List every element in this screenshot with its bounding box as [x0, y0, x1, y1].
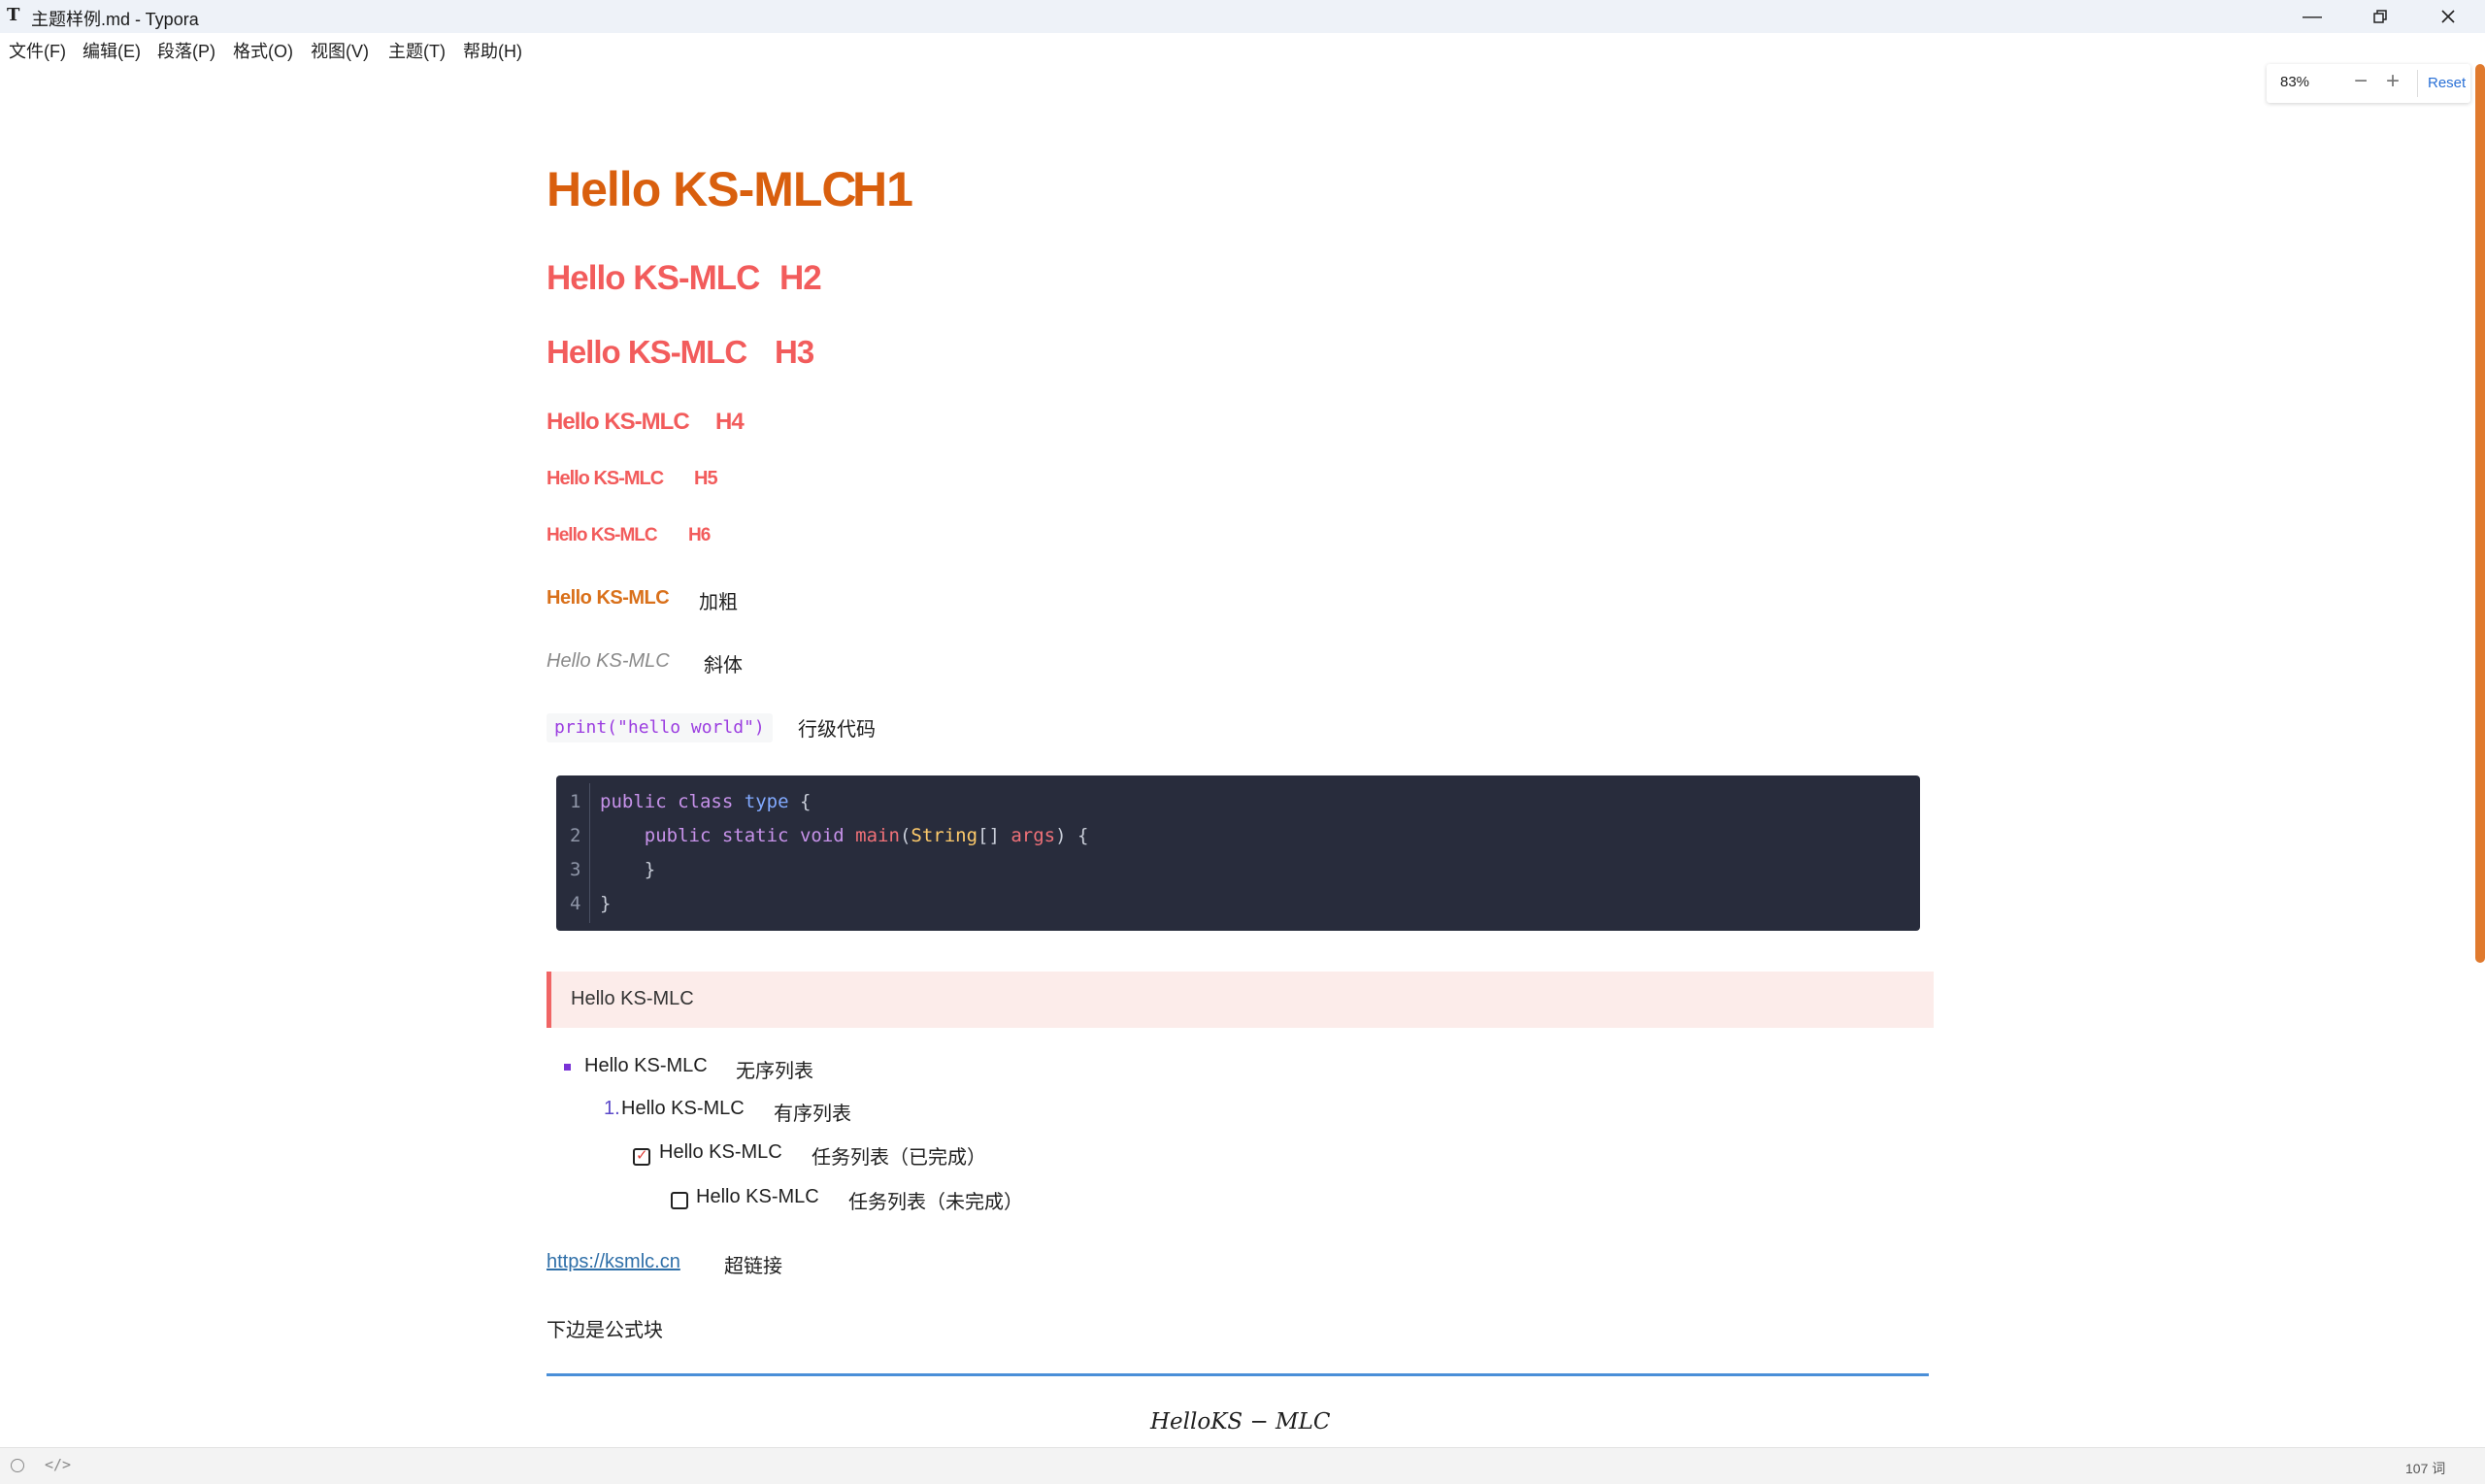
heading-4-tag: H4 — [715, 409, 745, 435]
menu-file[interactable]: 文件(F) — [9, 38, 66, 63]
heading-2-tag: H2 — [779, 259, 822, 297]
heading-1-text: Hello KS-MLC — [547, 162, 857, 216]
code-block[interactable]: 1 2 3 4 public class type { public stati… — [556, 775, 1920, 931]
heading-1-tag: H1 — [852, 162, 913, 216]
zoom-in-button[interactable]: + — [2386, 68, 2400, 95]
check-icon: ✓ — [636, 1147, 648, 1164]
bold-paragraph[interactable]: Hello KS-MLC — [547, 587, 670, 610]
line-number: 1 — [570, 791, 581, 812]
line-number: 2 — [570, 825, 581, 846]
heading-5-tag: H5 — [694, 468, 718, 489]
line-number: 4 — [570, 893, 581, 914]
ordered-item-number: 1. — [604, 1098, 620, 1119]
italic-paragraph[interactable]: Hello KS-MLC — [547, 650, 670, 673]
unordered-item-label: 无序列表 — [736, 1061, 813, 1082]
menu-edit[interactable]: 编辑(E) — [83, 38, 141, 63]
source-mode-icon[interactable]: </> — [45, 1456, 71, 1473]
italic-text: Hello KS-MLC — [547, 650, 670, 672]
inline-code[interactable]: print("hello world") — [547, 713, 773, 742]
menu-theme[interactable]: 主题(T) — [388, 38, 446, 63]
unordered-item-text[interactable]: Hello KS-MLC — [584, 1055, 708, 1077]
heading-1[interactable]: Hello KS-MLC H1 — [547, 161, 913, 217]
menu-format[interactable]: 格式(O) — [233, 38, 293, 63]
close-button[interactable] — [2415, 0, 2481, 33]
code-line: } — [600, 859, 656, 880]
title-bar: T 主题样例.md - Typora — — [0, 0, 2485, 33]
code-line: } — [600, 893, 612, 914]
heading-6[interactable]: Hello KS-MLC H6 — [547, 525, 711, 546]
code-line: public static void main(String[] args) { — [644, 825, 1089, 846]
heading-2-text: Hello KS-MLC — [547, 259, 760, 297]
task-checkbox-unchecked[interactable] — [671, 1192, 688, 1209]
blockquote[interactable]: Hello KS-MLC — [547, 972, 1934, 1028]
bold-text: Hello KS-MLC — [547, 587, 670, 609]
status-bar: </> 107 词 — [0, 1447, 2485, 1484]
blockquote-text: Hello KS-MLC — [571, 988, 694, 1009]
menu-help[interactable]: 帮助(H) — [463, 38, 522, 63]
zoom-out-button[interactable]: − — [2354, 68, 2368, 95]
heading-5[interactable]: Hello KS-MLC H5 — [547, 468, 718, 490]
heading-5-text: Hello KS-MLC — [547, 468, 664, 489]
italic-label: 斜体 — [704, 655, 743, 676]
inline-code-label: 行级代码 — [798, 719, 876, 741]
word-count[interactable]: 107 词 — [2405, 1459, 2445, 1478]
formula-intro[interactable]: 下边是公式块 — [547, 1314, 663, 1342]
zoom-level: 83% — [2280, 74, 2310, 90]
math-formula[interactable]: HelloKS − MLC — [1150, 1409, 1330, 1435]
ordered-item-label: 有序列表 — [774, 1104, 851, 1125]
heading-3[interactable]: Hello KS-MLC H3 — [547, 334, 814, 371]
outline-toggle-icon[interactable] — [11, 1459, 24, 1472]
menu-paragraph[interactable]: 段落(P) — [157, 38, 215, 63]
line-number: 3 — [570, 859, 581, 880]
hyperlink[interactable]: https://ksmlc.cn — [547, 1251, 680, 1273]
minimize-button[interactable]: — — [2279, 0, 2345, 33]
menu-view[interactable]: 视图(V) — [311, 38, 369, 63]
zoom-control: 83% − + Reset — [2267, 64, 2470, 103]
zoom-divider — [2417, 70, 2418, 97]
heading-6-text: Hello KS-MLC — [547, 525, 658, 545]
close-icon — [2441, 10, 2455, 23]
task-done-text[interactable]: Hello KS-MLC — [659, 1141, 782, 1164]
heading-2[interactable]: Hello KS-MLC H2 — [547, 259, 822, 298]
task-done-label: 任务列表（已完成） — [812, 1147, 986, 1169]
heading-3-tag: H3 — [775, 334, 814, 370]
ordered-item-text[interactable]: Hello KS-MLC — [621, 1098, 745, 1120]
typora-app-icon: T — [7, 5, 20, 25]
menu-bar: 文件(F) 编辑(E) 段落(P) 格式(O) 视图(V) 主题(T) 帮助(H… — [0, 33, 2485, 64]
code-line: public class type { — [600, 791, 812, 812]
bold-label: 加粗 — [699, 592, 738, 613]
zoom-reset-button[interactable]: Reset — [2428, 75, 2466, 91]
heading-4-text: Hello KS-MLC — [547, 409, 690, 435]
task-todo-label: 任务列表（未完成） — [848, 1192, 1023, 1213]
window-title: 主题样例.md - Typora — [31, 10, 199, 29]
heading-3-text: Hello KS-MLC — [547, 334, 747, 370]
restore-button[interactable] — [2347, 0, 2413, 33]
task-checkbox-checked[interactable]: ✓ — [633, 1147, 650, 1166]
task-todo-text[interactable]: Hello KS-MLC — [696, 1186, 819, 1208]
bullet-marker — [564, 1064, 571, 1071]
math-block-divider — [547, 1373, 1929, 1376]
heading-4[interactable]: Hello KS-MLC H4 — [547, 409, 745, 436]
minimize-icon: — — [2303, 5, 2322, 27]
scrollbar-thumb[interactable] — [2475, 64, 2485, 963]
restore-icon — [2373, 10, 2387, 23]
heading-6-tag: H6 — [688, 525, 711, 545]
hyperlink-label: 超链接 — [724, 1256, 782, 1277]
